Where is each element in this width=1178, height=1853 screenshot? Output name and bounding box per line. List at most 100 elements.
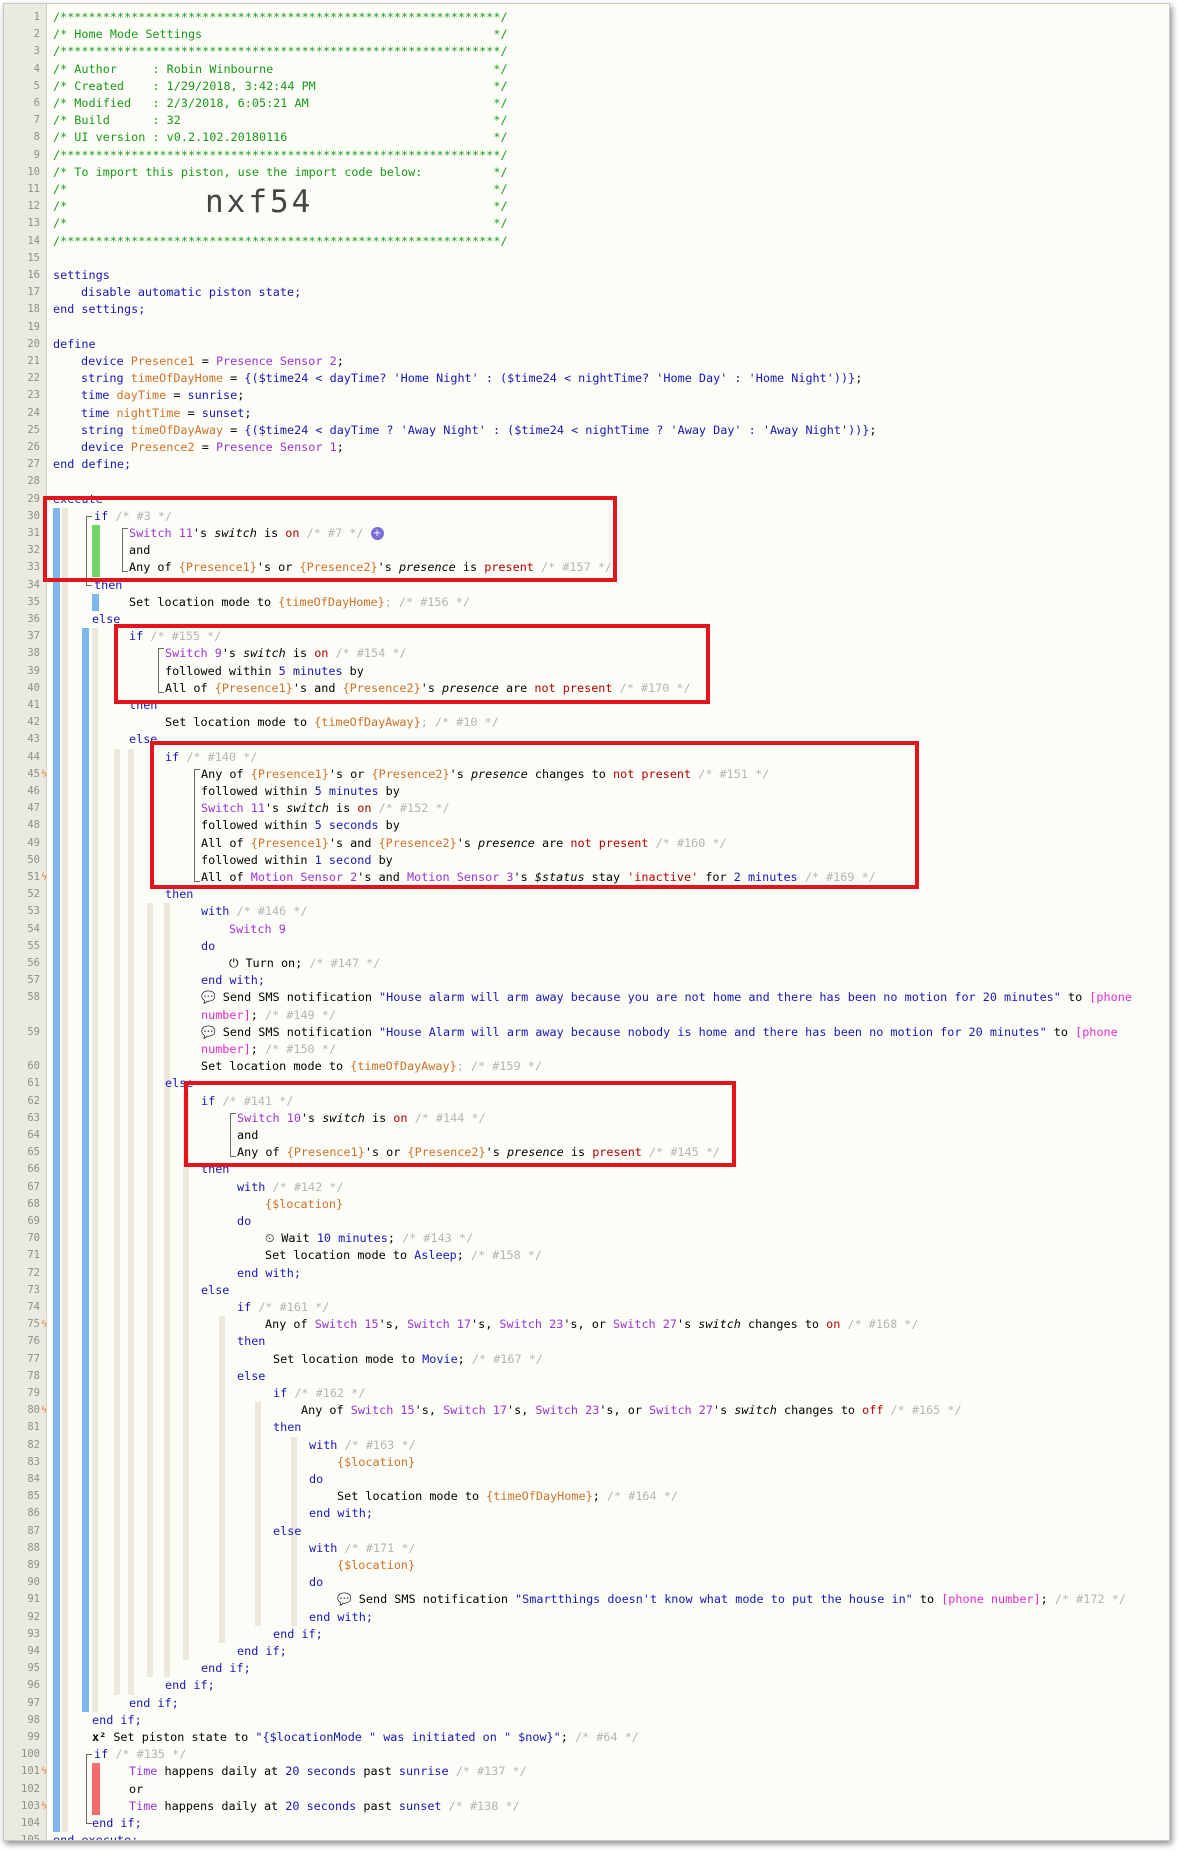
- code-line[interactable]: else: [273, 1523, 301, 1540]
- code-line[interactable]: Set location mode to {timeOfDayHome}; /*…: [337, 1488, 678, 1505]
- code-line[interactable]: execute: [53, 491, 103, 508]
- code-line[interactable]: if /* #141 */: [201, 1093, 293, 1110]
- code-line[interactable]: device Presence1 = Presence Sensor 2;: [81, 353, 344, 370]
- code-line[interactable]: do: [201, 938, 215, 955]
- code-line[interactable]: Switch 9: [229, 921, 286, 938]
- code-line[interactable]: string timeOfDayAway = {($time24 < dayTi…: [81, 422, 877, 439]
- code-line[interactable]: ⏲ Wait 10 minutes; /* #143 */: [265, 1230, 473, 1247]
- code-line[interactable]: /* Author : Robin Winbourne */: [53, 61, 508, 78]
- code-line[interactable]: 💬 Send SMS notification "Smartthings doe…: [337, 1591, 1126, 1608]
- code-line[interactable]: end if;: [165, 1677, 215, 1694]
- code-line[interactable]: 💬 Send SMS notification "House alarm wil…: [201, 989, 1132, 1006]
- code-line[interactable]: then: [237, 1333, 265, 1350]
- code-line[interactable]: end if;: [237, 1643, 287, 1660]
- code-line[interactable]: then: [201, 1161, 229, 1178]
- code-line[interactable]: Any of {Presence1}'s or {Presence2}'s pr…: [237, 1144, 720, 1161]
- code-line[interactable]: else: [92, 611, 120, 628]
- code-line[interactable]: number]; /* #149 */: [201, 1007, 336, 1024]
- code-line[interactable]: /* Build : 32 */: [53, 112, 508, 129]
- code-line[interactable]: number]; /* #150 */: [201, 1041, 336, 1058]
- code-line[interactable]: end if;: [129, 1695, 179, 1712]
- code-line[interactable]: with /* #171 */: [309, 1540, 416, 1557]
- code-line[interactable]: /* Modified : 2/3/2018, 6:05:21 AM */: [53, 95, 508, 112]
- code-line[interactable]: else: [165, 1075, 193, 1092]
- code-line[interactable]: 💬 Send SMS notification "House Alarm wil…: [201, 1024, 1118, 1041]
- import-code[interactable]: nxf54: [205, 182, 313, 222]
- code-line[interactable]: end with;: [237, 1265, 301, 1282]
- code-line[interactable]: define: [53, 336, 96, 353]
- code-line[interactable]: if /* #162 */: [273, 1385, 365, 1402]
- code-line[interactable]: Any of {Presence1}'s or {Presence2}'s pr…: [201, 766, 769, 783]
- code-line[interactable]: then: [165, 886, 193, 903]
- code-line[interactable]: with /* #142 */: [237, 1179, 344, 1196]
- code-line[interactable]: /***************************************…: [53, 147, 508, 164]
- code-line[interactable]: Any of {Presence1}'s or {Presence2}'s pr…: [129, 559, 612, 576]
- code-line[interactable]: end define;: [53, 456, 131, 473]
- code-line[interactable]: and: [129, 542, 150, 559]
- code-line[interactable]: Set location mode to Movie; /* #167 */: [273, 1351, 543, 1368]
- code-line[interactable]: else: [201, 1282, 229, 1299]
- code-line[interactable]: {$location}: [337, 1454, 415, 1471]
- code-line[interactable]: /* To import this piston, use the import…: [53, 164, 508, 181]
- code-line[interactable]: then: [94, 577, 122, 594]
- code-line[interactable]: end with;: [309, 1609, 373, 1626]
- code-line[interactable]: followed within 5 minutes by: [201, 783, 400, 800]
- code-line[interactable]: All of {Presence1}'s and {Presence2}'s p…: [201, 835, 727, 852]
- code-line[interactable]: end if;: [273, 1626, 323, 1643]
- add-condition-icon[interactable]: +: [370, 527, 384, 540]
- code-line[interactable]: end with;: [201, 972, 265, 989]
- code-line[interactable]: and: [237, 1127, 258, 1144]
- code-line[interactable]: Set location mode to {timeOfDayAway}; /*…: [165, 714, 499, 731]
- code-line[interactable]: time nightTime = sunset;: [81, 405, 251, 422]
- code-line[interactable]: Switch 11's switch is on /* #152 */: [201, 800, 450, 817]
- code-line[interactable]: Switch 10's switch is on /* #144 */: [237, 1110, 486, 1127]
- code-line[interactable]: followed within 1 second by: [201, 852, 393, 869]
- code-line[interactable]: Time happens daily at 20 seconds past su…: [129, 1763, 527, 1780]
- code-line[interactable]: if /* #135 */: [94, 1746, 186, 1763]
- code-line[interactable]: else: [129, 731, 157, 748]
- code-line[interactable]: followed within 5 seconds by: [201, 817, 400, 834]
- code-line[interactable]: end if;: [201, 1660, 251, 1677]
- code-line[interactable]: if /* #161 */: [237, 1299, 329, 1316]
- code-line[interactable]: All of Motion Sensor 2's and Motion Sens…: [201, 869, 876, 886]
- code-line[interactable]: end if;: [92, 1712, 142, 1729]
- code-line[interactable]: do: [237, 1213, 251, 1230]
- code-line[interactable]: /* UI version : v0.2.102.20180116 */: [53, 129, 508, 146]
- code-line[interactable]: All of {Presence1}'s and {Presence2}'s p…: [165, 680, 691, 697]
- code-line[interactable]: disable automatic piston state;: [81, 284, 301, 301]
- code-line[interactable]: then: [273, 1419, 301, 1436]
- code-line[interactable]: Time happens daily at 20 seconds past su…: [129, 1798, 520, 1815]
- code-line[interactable]: with /* #163 */: [309, 1437, 416, 1454]
- code-line[interactable]: or: [129, 1781, 143, 1798]
- code-line[interactable]: x² Set piston state to "{$locationMode "…: [92, 1729, 639, 1746]
- code-line[interactable]: Switch 11's switch is on /* #7 */ +: [129, 525, 384, 542]
- code-line[interactable]: Set location mode to {timeOfDayAway}; /*…: [201, 1058, 542, 1075]
- code-line[interactable]: end settings;: [53, 301, 145, 318]
- code-line[interactable]: settings: [53, 267, 110, 284]
- code-line[interactable]: with /* #146 */: [201, 903, 308, 920]
- code-line[interactable]: do: [309, 1574, 323, 1591]
- code-line[interactable]: {$location}: [337, 1557, 415, 1574]
- code-line[interactable]: end execute;: [53, 1832, 138, 1840]
- code-line[interactable]: if /* #3 */: [94, 508, 172, 525]
- code-line[interactable]: /* Home Mode Settings */: [53, 26, 508, 43]
- code-line[interactable]: time dayTime = sunrise;: [81, 387, 244, 404]
- code-line[interactable]: if /* #140 */: [165, 749, 257, 766]
- code-line[interactable]: end with;: [309, 1505, 373, 1522]
- code-line[interactable]: end if;: [92, 1815, 142, 1832]
- code-line[interactable]: device Presence2 = Presence Sensor 1;: [81, 439, 344, 456]
- code-line[interactable]: ⏻ Turn on; /* #147 */: [229, 955, 380, 972]
- code-line[interactable]: followed within 5 minutes by: [165, 663, 364, 680]
- code-line[interactable]: if /* #155 */: [129, 628, 221, 645]
- code-line[interactable]: /***************************************…: [53, 43, 508, 60]
- code-line[interactable]: else: [237, 1368, 265, 1385]
- code-line[interactable]: Set location mode to Asleep; /* #158 */: [265, 1247, 542, 1264]
- code-line[interactable]: /***************************************…: [53, 9, 508, 26]
- code-line[interactable]: {$location}: [265, 1196, 343, 1213]
- code-line[interactable]: Set location mode to {timeOfDayHome}; /*…: [129, 594, 470, 611]
- code-line[interactable]: do: [309, 1471, 323, 1488]
- code-line[interactable]: /***************************************…: [53, 233, 508, 250]
- code-line[interactable]: Any of Switch 15's, Switch 17's, Switch …: [265, 1316, 919, 1333]
- code-line[interactable]: Switch 9's switch is on /* #154 */: [165, 645, 407, 662]
- code-line[interactable]: Any of Switch 15's, Switch 17's, Switch …: [301, 1402, 962, 1419]
